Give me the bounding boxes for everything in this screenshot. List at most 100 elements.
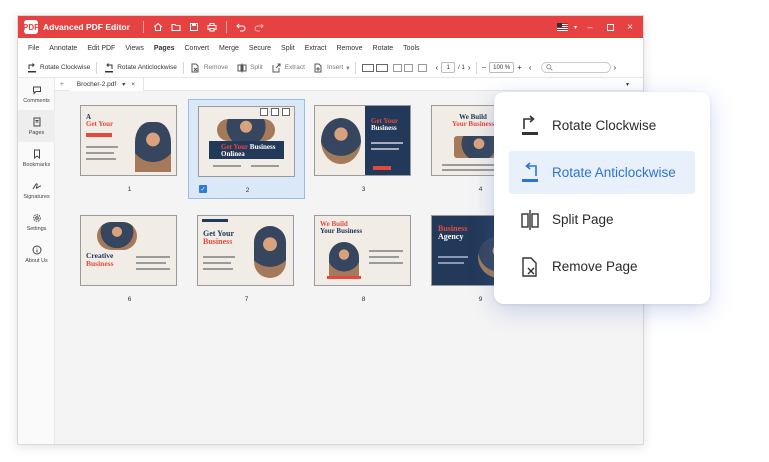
pages-toolbar: Rotate Clockwise Rotate Anticlockwise Re… xyxy=(18,58,643,78)
thumbnail-split-icon[interactable] xyxy=(271,108,279,116)
rotate-anticlockwise-icon xyxy=(103,62,114,73)
home-icon[interactable] xyxy=(149,18,167,36)
page-number-input[interactable]: 1 xyxy=(441,62,456,73)
extract-button[interactable]: Extract xyxy=(267,58,309,78)
thumbnail-text-line xyxy=(371,142,403,144)
language-flag-icon[interactable] xyxy=(556,23,568,31)
thumbnail-actions xyxy=(260,108,290,116)
menu-item-file[interactable]: File xyxy=(23,38,44,58)
toolbar-separator xyxy=(475,61,477,74)
page-thumbnail-image: We Build Your Business xyxy=(314,215,411,286)
tab-brocher-2[interactable]: Brocher-2.pdf ▾ × xyxy=(68,77,144,91)
page-thumbnail[interactable]: We Build Your Business 8 xyxy=(305,209,422,309)
sidebar-item-bookmarks[interactable]: Bookmarks xyxy=(18,142,55,174)
sidebar-item-signatures[interactable]: Signatures xyxy=(18,174,55,206)
undo-icon[interactable] xyxy=(232,18,250,36)
tab-file-name: Brocher-2.pdf xyxy=(76,80,117,88)
menu-item-annotate[interactable]: Annotate xyxy=(44,38,82,58)
thumbnail-text-line xyxy=(86,158,116,160)
page-thumbnail[interactable]: Creative Business 6 xyxy=(71,209,188,309)
thumbnail-text-line xyxy=(213,165,241,167)
folder-icon[interactable] xyxy=(167,18,185,36)
thumbnail-rotate-icon[interactable] xyxy=(260,108,268,116)
rotate-anticlockwise-icon xyxy=(519,161,541,184)
remove-page-icon xyxy=(190,62,201,73)
context-menu-label: Rotate Anticlockwise xyxy=(552,165,676,180)
sidebar-item-pages[interactable]: Pages xyxy=(18,110,55,142)
remove-button[interactable]: Remove xyxy=(186,58,232,78)
zoom-out-button[interactable]: − xyxy=(482,63,487,72)
split-button[interactable]: Split xyxy=(232,58,267,78)
thumbnail-headline: We Build Your Business xyxy=(320,220,363,236)
save-icon[interactable] xyxy=(185,18,203,36)
sidebar-item-comments[interactable]: Comments xyxy=(18,78,55,110)
menu-item-merge[interactable]: Merge xyxy=(214,38,244,58)
menu-item-edit-pdf[interactable]: Edit PDF xyxy=(82,38,120,58)
tab-close-icon[interactable]: × xyxy=(131,81,135,88)
new-tab-button[interactable]: + xyxy=(55,81,69,88)
context-menu-item-remove-page[interactable]: Remove Page xyxy=(494,243,710,290)
page-navigator: ‹ 1 / 1 › − 100 % + ‹ › xyxy=(435,61,617,74)
zoom-level-field[interactable]: 100 % xyxy=(489,62,515,73)
sidebar-item-about-us[interactable]: About Us xyxy=(18,238,55,270)
left-sidebar: Comments Pages Bookmarks Signatures Settings… xyxy=(18,78,55,444)
menu-item-secure[interactable]: Secure xyxy=(244,38,276,58)
thumbnail-text-line xyxy=(136,268,170,270)
thumbnail-photo xyxy=(217,119,275,141)
search-input[interactable] xyxy=(540,62,611,73)
page-context-menu: Rotate Clockwise Rotate Anticlockwise Spli… xyxy=(494,92,710,304)
continuous-view-icon[interactable] xyxy=(376,63,389,72)
page-thumbnail[interactable]: A Get Your 1 xyxy=(71,99,188,199)
thumbnail-shape xyxy=(327,276,361,279)
page-number: 6 xyxy=(127,296,132,303)
context-menu-item-rotate-clockwise[interactable]: Rotate Clockwise xyxy=(494,102,710,149)
page-thumbnail[interactable]: Get Your Business Onlinea ✓ 2 xyxy=(188,99,305,199)
rotate-anticlockwise-button[interactable]: Rotate Anticlockwise xyxy=(99,58,181,78)
search-prev-icon[interactable]: ‹ xyxy=(529,63,532,72)
zoom-in-button[interactable]: + xyxy=(517,63,522,72)
insert-button[interactable]: Insert ▾ xyxy=(309,58,354,78)
rotate-clockwise-label: Rotate Clockwise xyxy=(40,64,91,71)
chevron-down-icon[interactable]: ▾ xyxy=(574,24,577,31)
menu-item-rotate[interactable]: Rotate xyxy=(368,38,399,58)
tabs-overflow-icon[interactable]: ▾ xyxy=(626,81,629,88)
page-thumbnail-image: Creative Business xyxy=(80,215,177,286)
menu-item-extract[interactable]: Extract xyxy=(300,38,332,58)
thumbnail-headline: We Build Your Business xyxy=(452,113,495,129)
sidebar-item-settings[interactable]: Settings xyxy=(18,206,55,238)
search-icon xyxy=(545,64,553,71)
tab-caret-icon[interactable]: ▾ xyxy=(122,81,125,88)
page-thumbnail[interactable]: Get Your Business 7 xyxy=(188,209,305,309)
print-icon[interactable] xyxy=(203,18,221,36)
split-icon xyxy=(236,62,247,73)
context-menu-item-split-page[interactable]: Split Page xyxy=(494,196,710,243)
redo-icon[interactable] xyxy=(250,18,268,36)
thumbnail-text-line xyxy=(369,250,403,252)
prev-page-icon[interactable]: ‹ xyxy=(435,63,438,72)
fit-page-icon[interactable] xyxy=(418,63,428,72)
thumbnail-remove-icon[interactable] xyxy=(282,108,290,116)
search-next-icon[interactable]: › xyxy=(614,63,617,72)
context-menu-item-rotate-anticlockwise[interactable]: Rotate Anticlockwise xyxy=(509,151,695,194)
menu-item-views[interactable]: Views xyxy=(120,38,149,58)
extract-label: Extract xyxy=(284,64,305,71)
menu-item-convert[interactable]: Convert xyxy=(180,38,215,58)
two-page-view-icon[interactable] xyxy=(393,63,403,72)
menu-item-remove[interactable]: Remove xyxy=(331,38,367,58)
menu-item-tools[interactable]: Tools xyxy=(398,38,424,58)
document-tabs: + Brocher-2.pdf ▾ × ▾ xyxy=(55,77,643,91)
rotate-clockwise-button[interactable]: Rotate Clockwise xyxy=(22,58,94,78)
rotate-clockwise-icon xyxy=(26,62,37,73)
menu-item-pages[interactable]: Pages xyxy=(149,38,180,58)
view-mode-group xyxy=(358,58,431,78)
next-page-icon[interactable]: › xyxy=(468,63,471,72)
minimize-icon[interactable]: – xyxy=(583,22,597,32)
thumbnail-photo xyxy=(97,222,137,250)
menu-item-split[interactable]: Split xyxy=(276,38,300,58)
maximize-icon[interactable] xyxy=(603,23,617,31)
page-thumbnail[interactable]: Get Your Business 3 xyxy=(305,99,422,199)
single-page-view-icon[interactable] xyxy=(404,63,414,72)
close-icon[interactable]: × xyxy=(623,22,637,33)
double-page-view-icon[interactable] xyxy=(362,63,375,72)
page-thumbnail-image: A Get Your xyxy=(80,105,177,176)
